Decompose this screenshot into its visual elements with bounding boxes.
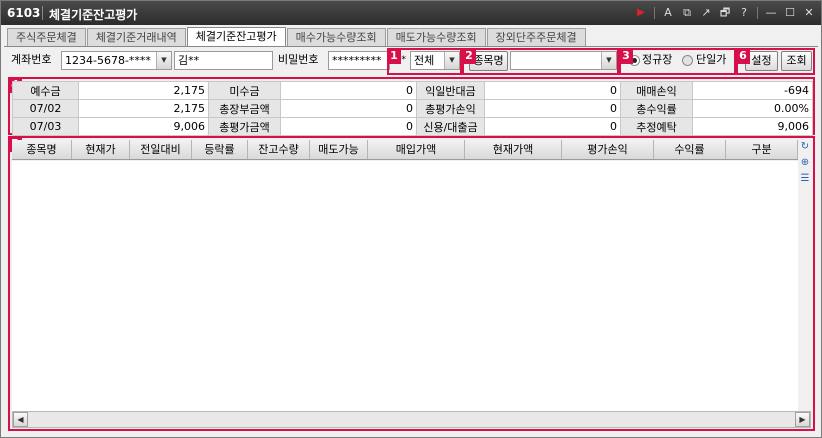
column-header[interactable]: 수익률	[654, 140, 726, 159]
popup-icon[interactable]: ⧉	[679, 5, 695, 21]
summary-label: 총장부금액	[208, 99, 281, 118]
summary-label: 07/02	[12, 99, 79, 118]
summary-label: 신용/대출금	[416, 117, 485, 136]
scroll-left-icon[interactable]: ◀	[13, 412, 28, 427]
restore-window-icon[interactable]: 🗗	[717, 5, 733, 21]
summary-value: 9,006	[78, 117, 209, 136]
grid-side-buttons: ↻ ⊕ ☰	[798, 140, 812, 188]
summary-row: 07/03 9,006 총평가금액 0 신용/대출금 0 추정예탁 9,006	[12, 117, 813, 136]
window: 6103 체결기준잔고평가 ▶ A ⧉ ↗ 🗗 ? — ☐ ✕ 주식주문체결 체…	[0, 0, 822, 438]
tab-odd-lot-order[interactable]: 장외단주주문체결	[486, 28, 586, 47]
horizontal-scrollbar[interactable]: ◀ ▶	[12, 411, 811, 428]
summary-label: 07/03	[12, 117, 79, 136]
summary-value: 2,175	[78, 81, 209, 100]
summary-row: 예수금 2,175 미수금 0 익일반대금 0 매매손익 -694	[12, 81, 813, 100]
title-bar: 6103 체결기준잔고평가 ▶ A ⧉ ↗ 🗗 ? — ☐ ✕	[1, 1, 821, 25]
account-holder-name: 김**	[178, 54, 200, 67]
summary-label: 익일반대금	[416, 81, 485, 100]
summary-value: 0	[280, 117, 417, 136]
tab-sellable-quantity[interactable]: 매도가능수량조회	[386, 28, 486, 47]
column-header[interactable]: 매도가능	[310, 140, 368, 159]
summary-label: 총평가금액	[208, 117, 281, 136]
column-header[interactable]: 평가손익	[562, 140, 654, 159]
chevron-down-icon[interactable]: ▼	[156, 52, 171, 69]
summary-row: 07/02 2,175 총장부금액 0 총평가손익 0 총수익률 0.00%	[12, 99, 813, 118]
summary-value: 0	[484, 99, 621, 118]
menu-icon[interactable]: ☰	[798, 172, 812, 186]
summary-value: 0	[280, 99, 417, 118]
summary-value: 0	[484, 81, 621, 100]
column-header[interactable]: 현재가액	[465, 140, 562, 159]
password-label: 비밀번호	[278, 53, 319, 66]
grid-body[interactable]	[12, 161, 798, 411]
annotation-badge-3: 3	[619, 48, 633, 64]
summary-label: 총수익률	[620, 99, 693, 118]
title-icon-divider	[757, 7, 758, 19]
summary-value: 2,175	[78, 99, 209, 118]
annotation-box-2	[462, 48, 619, 75]
summary-label: 미수금	[208, 81, 281, 100]
annotation-badge-2: 2	[462, 48, 476, 64]
summary-value: 9,006	[692, 117, 813, 136]
tab-order-execution[interactable]: 주식주문체결	[7, 28, 86, 47]
column-header[interactable]: 매입가액	[368, 140, 465, 159]
tab-trade-history[interactable]: 체결기준거래내역	[86, 28, 186, 47]
minimize-icon[interactable]: —	[763, 5, 779, 21]
column-header[interactable]: 현재가	[72, 140, 130, 159]
column-header[interactable]: 전일대비	[130, 140, 192, 159]
title-icon-divider	[654, 7, 655, 19]
password-value: *********	[332, 54, 382, 67]
summary-value: 0.00%	[692, 99, 813, 118]
tab-underline	[4, 46, 818, 47]
tab-buyable-quantity[interactable]: 매수가능수량조회	[286, 28, 386, 47]
column-header[interactable]: 잔고수량	[248, 140, 310, 159]
tab-balance-valuation[interactable]: 체결기준잔고평가	[186, 27, 286, 47]
account-label: 계좌번호	[11, 53, 52, 66]
window-title: 체결기준잔고평가	[49, 8, 138, 22]
summary-label: 매매손익	[620, 81, 693, 100]
refresh-icon[interactable]: ↻	[798, 140, 812, 154]
summary-value: -694	[692, 81, 813, 100]
tab-bar: 주식주문체결 체결기준거래내역 체결기준잔고평가 매수가능수량조회 매도가능수량…	[7, 27, 586, 47]
summary-label: 총평가손익	[416, 99, 485, 118]
summary-table: 예수금 2,175 미수금 0 익일반대금 0 매매손익 -694 07/02 …	[12, 81, 813, 136]
play-icon[interactable]: ▶	[633, 5, 649, 21]
column-header[interactable]: 등락률	[192, 140, 248, 159]
summary-value: 0	[280, 81, 417, 100]
column-header[interactable]: 종목명	[12, 140, 72, 159]
close-icon[interactable]: ✕	[801, 5, 817, 21]
title-icons: ▶ A ⧉ ↗ 🗗 ? — ☐ ✕	[633, 5, 817, 21]
column-header[interactable]: 구분	[726, 140, 798, 159]
summary-value: 0	[484, 117, 621, 136]
add-icon[interactable]: ⊕	[798, 156, 812, 170]
summary-label: 예수금	[12, 81, 79, 100]
account-value: 1234-5678-****	[65, 54, 151, 67]
summary-label: 추정예탁	[620, 117, 693, 136]
password-input[interactable]: *********	[328, 51, 390, 70]
scroll-right-icon[interactable]: ▶	[795, 412, 810, 427]
annotation-box-3	[619, 48, 736, 75]
title-divider	[42, 6, 43, 20]
link-icon[interactable]: ↗	[698, 5, 714, 21]
help-icon[interactable]: ?	[736, 5, 752, 21]
screen-code: 6103	[7, 6, 41, 20]
annotation-badge-6: 6	[736, 48, 750, 64]
font-icon[interactable]: A	[660, 5, 676, 21]
grid-header: 종목명 현재가 전일대비 등락률 잔고수량 매도가능 매입가액 현재가액 평가손…	[12, 140, 798, 160]
annotation-badge-1: 1	[387, 48, 401, 64]
account-holder-field[interactable]: 김**	[174, 51, 273, 70]
maximize-icon[interactable]: ☐	[782, 5, 798, 21]
account-select[interactable]: 1234-5678-**** ▼	[61, 51, 172, 70]
